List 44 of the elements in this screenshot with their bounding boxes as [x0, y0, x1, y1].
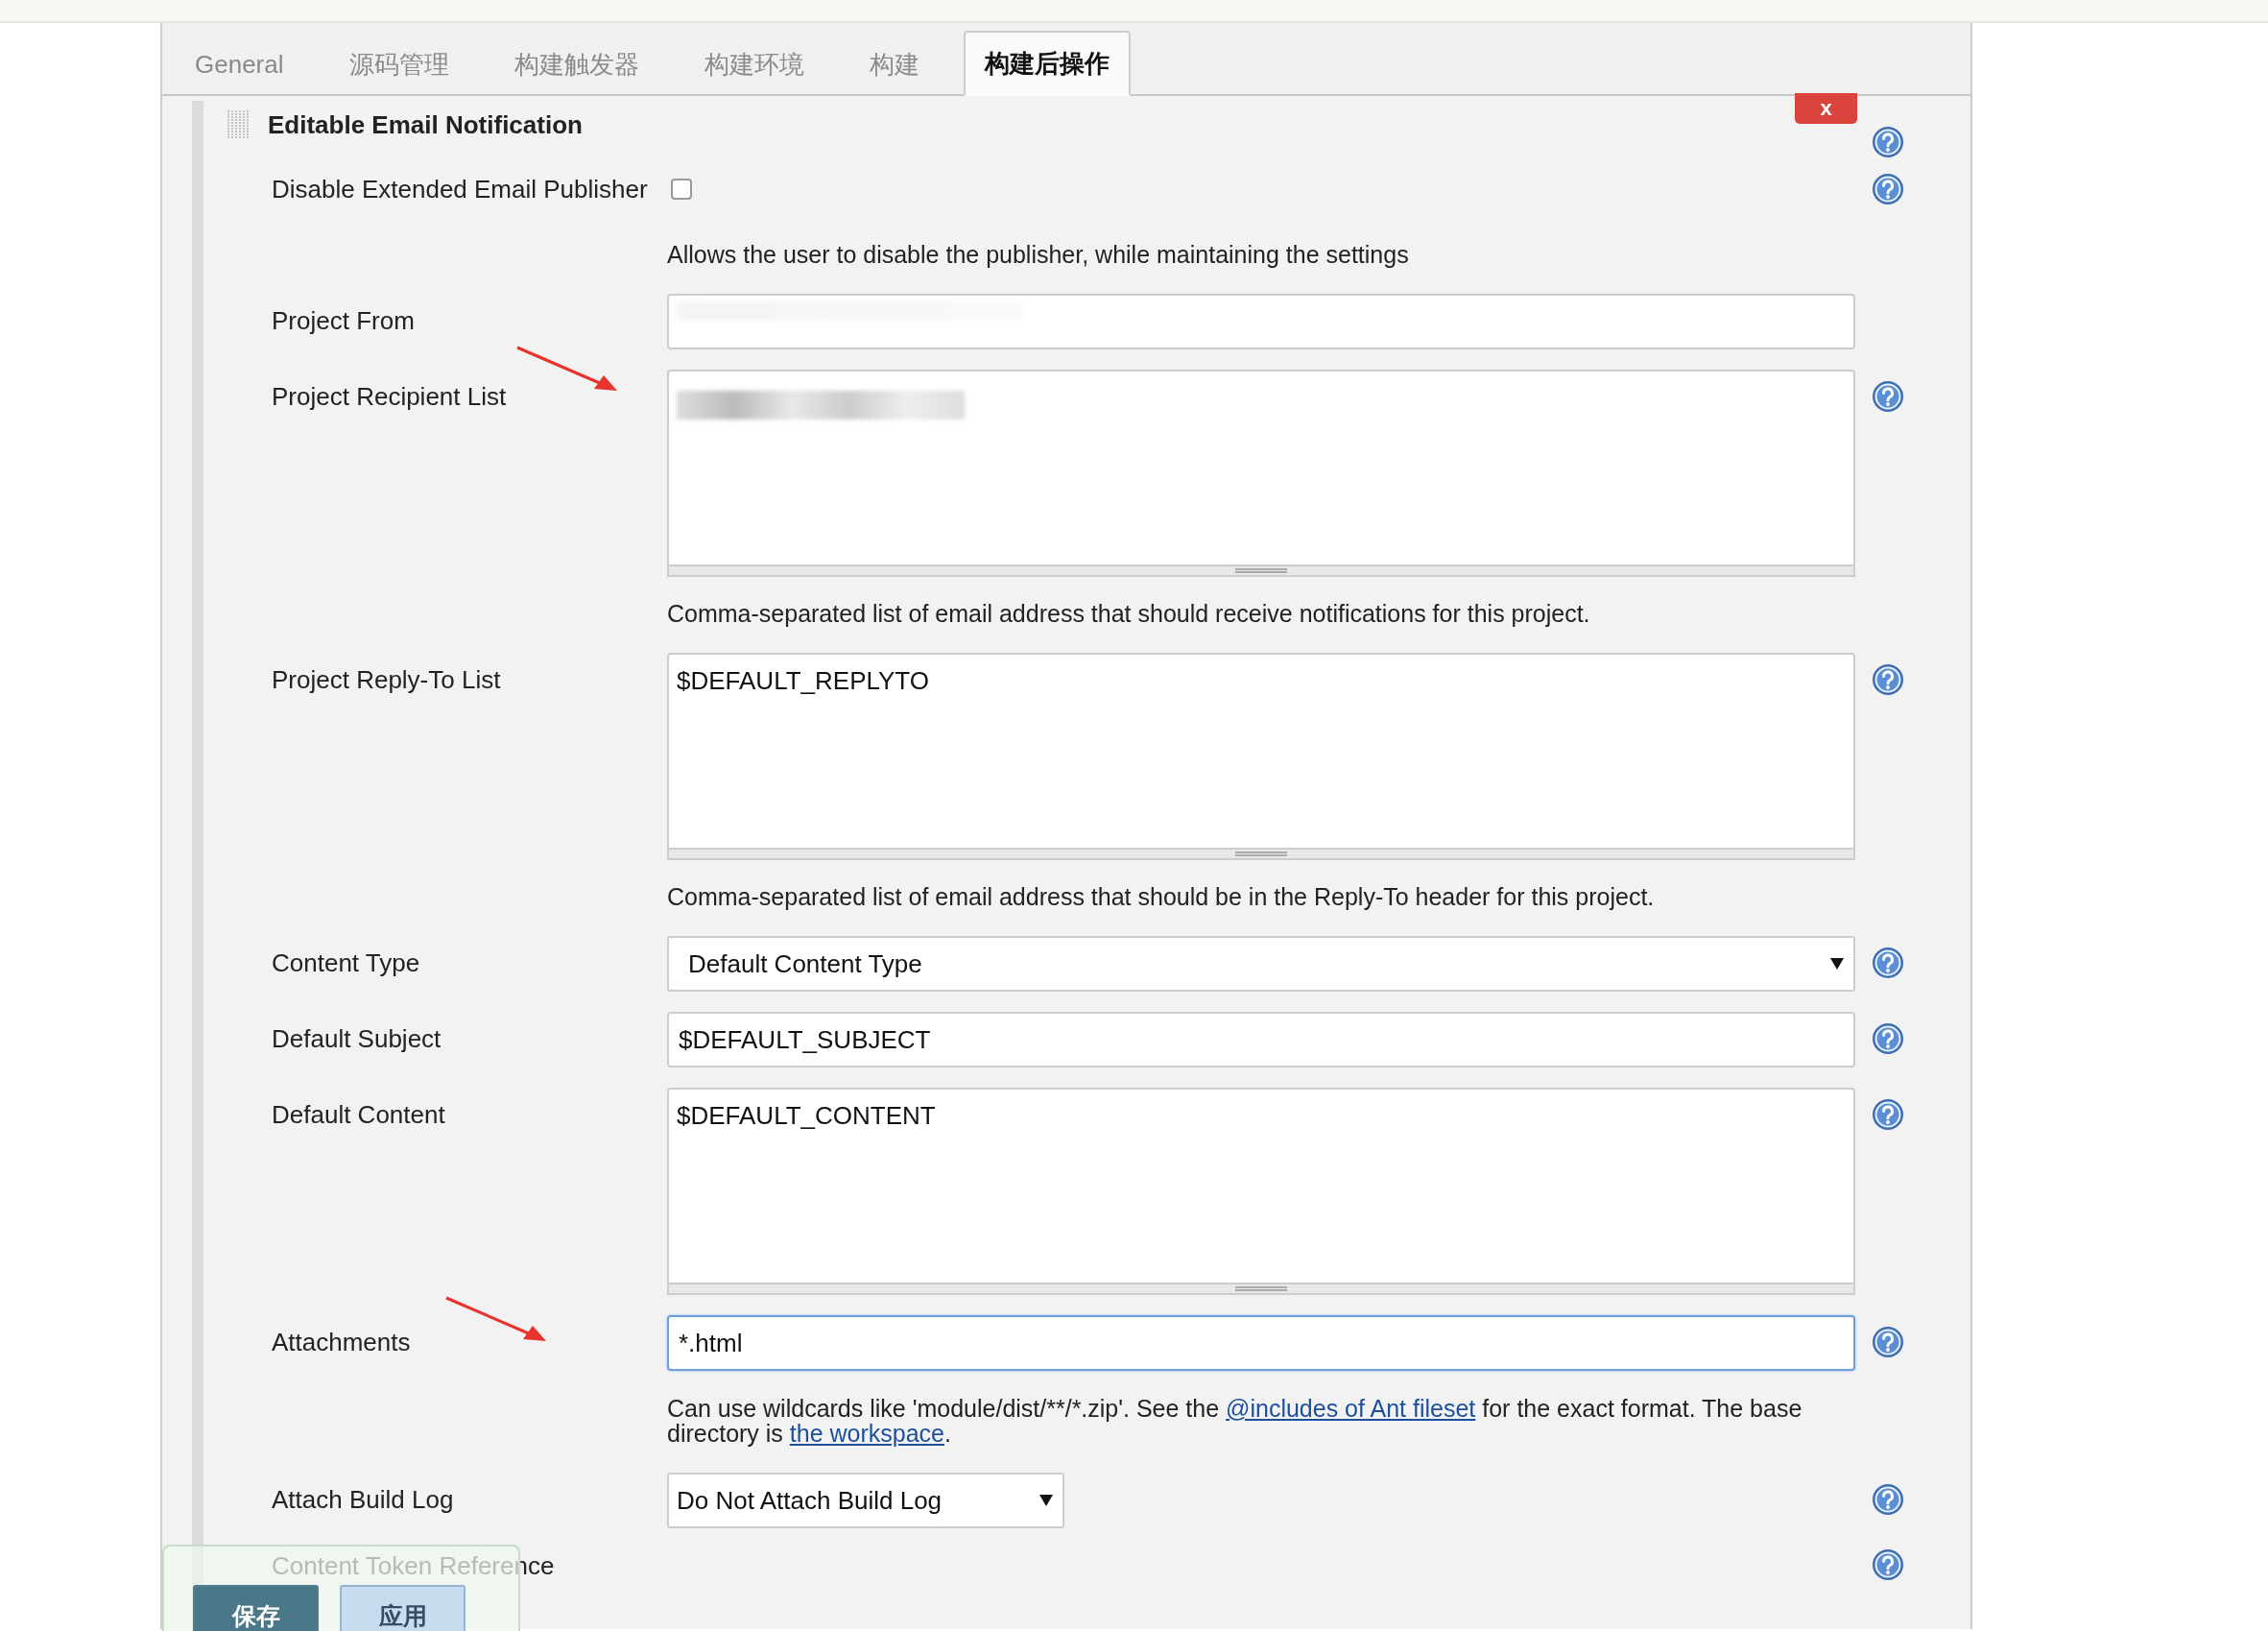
help-icon[interactable] [1872, 1548, 1904, 1581]
field-label: Default Content [272, 1099, 445, 1131]
help-icon[interactable] [1872, 1098, 1904, 1131]
text-area[interactable]: $DEFAULT_CONTENT [667, 1088, 1855, 1284]
resize-handle[interactable] [667, 566, 1855, 577]
dropdown[interactable]: Do Not Attach Build Log [667, 1473, 1064, 1528]
text-area[interactable]: $DEFAULT_REPLYTO [667, 653, 1855, 850]
field-label: Attachments [272, 1327, 411, 1358]
field-label: Attach Build Log [272, 1484, 454, 1516]
field-label: Default Subject [272, 1023, 442, 1055]
section-title: Editable Email Notification [268, 108, 583, 141]
field-label: Disable Extended Email Publisher [272, 174, 648, 205]
help-icon[interactable] [1872, 1483, 1904, 1516]
checkbox[interactable] [670, 179, 692, 200]
help-icon[interactable] [1872, 1326, 1904, 1358]
delete-button[interactable]: x [1795, 93, 1857, 124]
dropdown[interactable]: Default Content Type [667, 936, 1855, 992]
help-icon[interactable] [1872, 1022, 1904, 1055]
help-icon[interactable] [1872, 380, 1904, 413]
field-label: Project From [272, 305, 415, 337]
drag-handle-icon[interactable] [227, 110, 251, 139]
help-icon[interactable] [1872, 173, 1904, 205]
resize-handle[interactable] [667, 1284, 1855, 1295]
text-field[interactable]: $DEFAULT_SUBJECT [667, 1012, 1855, 1067]
help-text: Comma-separated list of email address that should receive notifications for this project. [667, 602, 1591, 626]
caret-icon [1830, 958, 1844, 970]
help-text: Comma-separated list of email address that should be in the Reply-To header for this project. [667, 885, 1656, 909]
save-button[interactable]: 保存 [193, 1585, 319, 1631]
field-label: Content Type [272, 947, 420, 979]
field-label: Project Reply-To List [272, 664, 501, 696]
help-text: Allows the user to disable the publisher, while maintaining the settings [667, 243, 1410, 267]
help-icon[interactable] [1872, 947, 1904, 979]
apply-button[interactable]: 应用 [340, 1585, 466, 1631]
text-field[interactable] [667, 294, 1855, 349]
help-icon[interactable] [1872, 126, 1904, 158]
help-text: Can use wildcards like 'module/dist/**/*.zip'. See the @includes of Ant fileset for the exact format. The base directory is the workspace. [667, 1396, 1803, 1446]
help-icon[interactable] [1872, 663, 1904, 696]
resize-handle[interactable] [667, 850, 1855, 860]
field-label: Project Recipient List [272, 381, 507, 413]
tab[interactable]: 构建后操作 [963, 31, 1131, 96]
caret-icon [1039, 1495, 1053, 1506]
text-field[interactable]: *.html [667, 1315, 1855, 1371]
help-link[interactable]: @includes of Ant fileset [1226, 1395, 1476, 1422]
help-link[interactable]: the workspace [789, 1420, 944, 1447]
